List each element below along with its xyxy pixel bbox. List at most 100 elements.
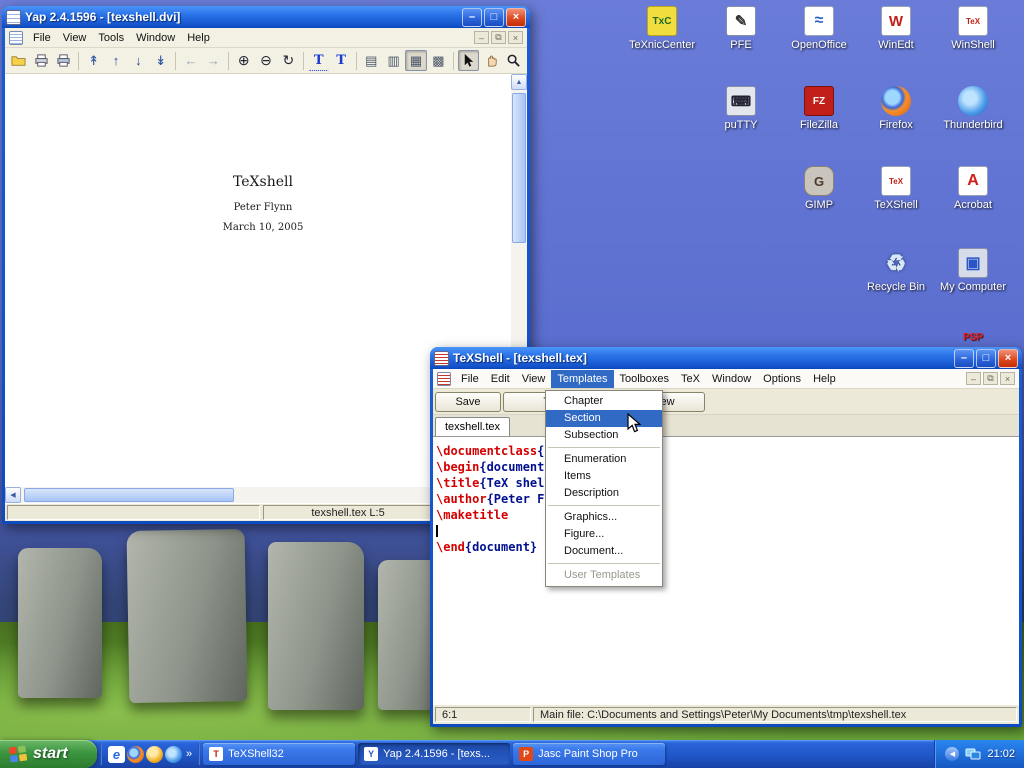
desktop-icon-my-computer[interactable]: ▣ My Computer	[936, 248, 1010, 293]
desktop-icon-gimp[interactable]: G GIMP	[782, 166, 856, 211]
yap-menu-view[interactable]: View	[57, 29, 93, 47]
taskbar-button-texshell32[interactable]: T TeXShell32	[203, 743, 355, 765]
scroll-up-button[interactable]: ▲	[511, 74, 527, 90]
previous-page-icon[interactable]: ↑	[105, 50, 126, 71]
tab-texshell-tex[interactable]: texshell.tex	[435, 417, 510, 436]
two-page-layout-icon[interactable]: ▥	[383, 50, 404, 71]
forward-icon[interactable]: →	[203, 50, 224, 71]
yap-menu-help[interactable]: Help	[181, 29, 216, 47]
desktop-icon-pfe[interactable]: ✎ PFE	[704, 6, 778, 51]
menu-help[interactable]: Help	[807, 370, 842, 388]
close-button[interactable]: ×	[506, 8, 526, 27]
desktop-icon-thunderbird[interactable]: Thunderbird	[936, 86, 1010, 131]
print-icon[interactable]	[30, 50, 51, 71]
facing-layout-icon[interactable]: ▩	[428, 50, 449, 71]
icon-glyph: G	[814, 174, 824, 189]
menu-edit[interactable]: Edit	[485, 370, 516, 388]
vertical-scroll-thumb[interactable]	[512, 93, 526, 243]
horizontal-scroll-thumb[interactable]	[24, 488, 234, 502]
child-restore-button[interactable]: ⧉	[491, 31, 506, 44]
desktop-icon-recycle-bin[interactable]: ♻ Recycle Bin	[859, 248, 933, 293]
menu-item-items[interactable]: Items	[546, 468, 662, 485]
child-restore-button[interactable]: ⧉	[983, 372, 998, 385]
desktop-icon-putty[interactable]: ⌨ puTTY	[704, 86, 778, 131]
print-setup-icon[interactable]	[53, 50, 74, 71]
zoom-out-icon[interactable]: ⊖	[255, 50, 276, 71]
desktop-icon-label: OpenOffice	[782, 39, 856, 51]
taskbar-button-paint-shop-pro[interactable]: P Jasc Paint Shop Pro	[513, 743, 665, 765]
menu-item-subsection[interactable]: Subsection	[546, 427, 662, 444]
close-button[interactable]: ×	[998, 349, 1018, 368]
texshell-titlebar[interactable]: TeXShell - [texshell.tex] – □ ×	[430, 347, 1022, 369]
child-close-button[interactable]: ×	[1000, 372, 1015, 385]
menu-item-figure[interactable]: Figure...	[546, 526, 662, 543]
texshell-menubar: File Edit View Templates Toolboxes TeX W…	[433, 369, 1019, 389]
thunderbird-quicklaunch-icon[interactable]	[165, 746, 182, 763]
desktop-icon-texshell[interactable]: TeX TeXShell	[859, 166, 933, 211]
tex-document-icon[interactable]	[437, 372, 451, 386]
recycle-bin-icon: ♻	[881, 248, 911, 278]
next-page-icon[interactable]: ↓	[128, 50, 149, 71]
winshell-icon: TeX	[958, 6, 988, 36]
desktop-icon-winshell[interactable]: TeX WinShell	[936, 6, 1010, 51]
maximize-button[interactable]: □	[976, 349, 996, 368]
yap-titlebar[interactable]: Yap 2.4.1596 - [texshell.dvi] – □ ×	[2, 6, 530, 28]
desktop-icon-openoffice[interactable]: ≈ OpenOffice	[782, 6, 856, 51]
back-icon[interactable]: ←	[180, 50, 201, 71]
menu-item-section[interactable]: Section	[546, 410, 662, 427]
continuous-layout-icon[interactable]: ▦	[405, 50, 426, 71]
firefox-quicklaunch-icon[interactable]	[127, 746, 144, 763]
desktop-icon-filezilla[interactable]: FZ FileZilla	[782, 86, 856, 131]
start-button[interactable]: start	[0, 740, 97, 768]
maximize-button[interactable]: □	[484, 8, 504, 27]
menu-item-graphics[interactable]: Graphics...	[546, 509, 662, 526]
desktop-icon-firefox[interactable]: Firefox	[859, 86, 933, 131]
scroll-left-button[interactable]: ◀	[5, 487, 21, 503]
menu-item-description[interactable]: Description	[546, 485, 662, 502]
network-icon[interactable]	[965, 747, 981, 761]
menu-view[interactable]: View	[516, 370, 552, 388]
gaim-quicklaunch-icon[interactable]	[146, 746, 163, 763]
windows-logo-icon	[8, 744, 28, 764]
last-page-icon[interactable]: ↡	[150, 50, 171, 71]
quicklaunch-overflow-chevron[interactable]: »	[186, 748, 192, 760]
minimize-button[interactable]: –	[954, 349, 974, 368]
first-page-icon[interactable]: ↟	[83, 50, 104, 71]
pointer-tool-icon[interactable]	[458, 50, 479, 71]
open-file-icon[interactable]	[8, 50, 29, 71]
menu-tex[interactable]: TeX	[675, 370, 706, 388]
menu-templates[interactable]: Templates	[551, 370, 613, 388]
editor[interactable]: \documentclass{ \begin{document \title{T…	[433, 437, 1019, 704]
child-close-button[interactable]: ×	[508, 31, 523, 44]
yap-menu-tools[interactable]: Tools	[92, 29, 130, 47]
child-minimize-button[interactable]: –	[966, 372, 981, 385]
minimize-button[interactable]: –	[462, 8, 482, 27]
desktop-icon-acrobat[interactable]: A Acrobat	[936, 166, 1010, 211]
document-icon[interactable]	[9, 31, 23, 45]
yap-menu-window[interactable]: Window	[130, 29, 181, 47]
single-page-layout-icon[interactable]: ▤	[361, 50, 382, 71]
child-minimize-button[interactable]: –	[474, 31, 489, 44]
internet-explorer-icon[interactable]: e	[108, 746, 125, 763]
menu-item-chapter[interactable]: Chapter	[546, 393, 662, 410]
refresh-icon[interactable]: ↻	[278, 50, 299, 71]
menu-options[interactable]: Options	[757, 370, 807, 388]
desktop-icon-winedt[interactable]: W WinEdt	[859, 6, 933, 51]
text-select-tool-icon[interactable]: T	[308, 50, 329, 71]
desktop-icon-texniccenter[interactable]: TxC TeXnicCenter	[625, 6, 699, 51]
yap-menu-file[interactable]: File	[27, 29, 57, 47]
editor-tabbar: texshell.tex	[433, 415, 1019, 437]
taskbar-button-yap[interactable]: Y Yap 2.4.1596 - [texs...	[358, 743, 510, 765]
magnifier-tool-icon[interactable]	[503, 50, 524, 71]
zoom-in-icon[interactable]: ⊕	[233, 50, 254, 71]
menu-file[interactable]: File	[455, 370, 485, 388]
menu-item-enumeration[interactable]: Enumeration	[546, 451, 662, 468]
hand-tool-icon[interactable]	[480, 50, 501, 71]
hide-icons-button[interactable]: ◀	[945, 747, 959, 761]
menu-window[interactable]: Window	[706, 370, 757, 388]
texshell-window-title: TeXShell - [texshell.tex]	[453, 351, 950, 365]
menu-item-document[interactable]: Document...	[546, 543, 662, 560]
font-tool-icon[interactable]: T	[330, 50, 351, 71]
save-button[interactable]: Save	[435, 392, 501, 412]
menu-toolboxes[interactable]: Toolboxes	[614, 370, 676, 388]
